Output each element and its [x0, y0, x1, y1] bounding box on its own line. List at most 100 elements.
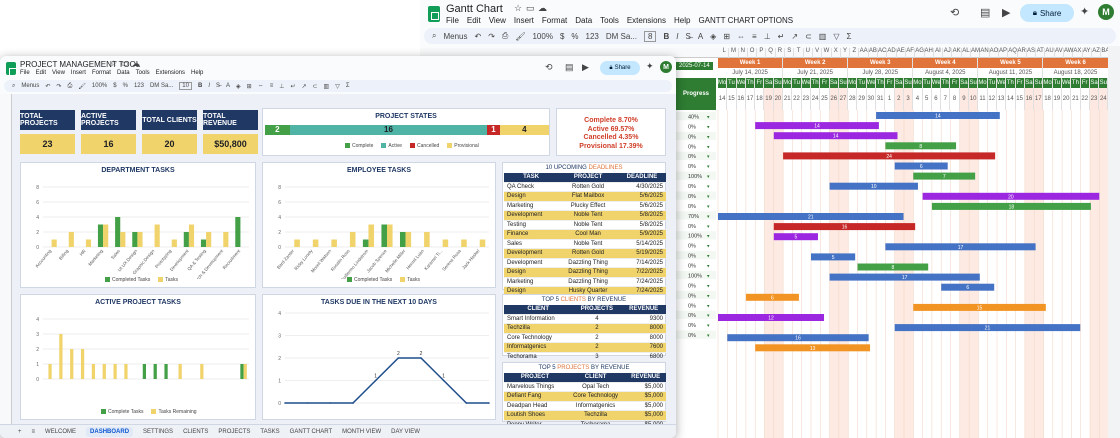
column-letter[interactable]: U: [804, 48, 813, 58]
link-icon[interactable]: ⊂: [805, 32, 812, 41]
comment-icon[interactable]: ▤: [980, 6, 990, 19]
progress-cell[interactable]: [676, 181, 716, 190]
percent-button[interactable]: %: [571, 32, 578, 41]
chart-bar[interactable]: [103, 224, 109, 248]
redo-icon[interactable]: ↷: [488, 32, 495, 41]
star-icon[interactable]: ☆: [110, 59, 117, 68]
sheets-logo-icon[interactable]: [428, 6, 440, 22]
filter-icon[interactable]: ▽: [833, 32, 839, 41]
progress-cell[interactable]: [676, 221, 716, 230]
menu-item[interactable]: Extensions: [627, 16, 666, 25]
chart-bar[interactable]: [51, 239, 57, 248]
chart-bar[interactable]: [48, 364, 52, 379]
chart-bar[interactable]: [387, 224, 393, 248]
search-menus-icon[interactable]: ⌕: [12, 83, 15, 90]
column-letter[interactable]: AP: [999, 48, 1009, 58]
progress-cell[interactable]: [676, 241, 716, 250]
menu-item[interactable]: View: [489, 16, 506, 25]
bold-button[interactable]: B: [198, 83, 202, 89]
chart-bar[interactable]: [137, 232, 143, 247]
strikethrough-button[interactable]: S̶: [685, 32, 690, 41]
progress-cell[interactable]: [676, 310, 716, 319]
menu-item[interactable]: Insert: [71, 70, 86, 76]
line-point[interactable]: [352, 402, 354, 404]
chart-bar[interactable]: [405, 232, 412, 247]
move-folder-icon[interactable]: ▭: [526, 3, 535, 14]
functions-icon[interactable]: Σ: [346, 83, 350, 89]
column-letter[interactable]: AM: [971, 48, 981, 58]
progress-cell[interactable]: [676, 330, 716, 339]
table-row[interactable]: Development Rotten Gold 5/19/2025: [504, 248, 666, 259]
zoom-select[interactable]: 100%: [92, 83, 107, 89]
add-sheet-icon[interactable]: +: [18, 429, 22, 435]
column-letter[interactable]: AQ: [1008, 48, 1018, 58]
column-letter[interactable]: O: [748, 48, 758, 58]
gemini-icon[interactable]: ✦: [1080, 5, 1089, 18]
chart-bar[interactable]: [113, 364, 117, 379]
text-color-icon[interactable]: A: [698, 32, 703, 41]
rotate-icon[interactable]: ↗: [791, 32, 798, 41]
menu-item[interactable]: Tools: [136, 70, 150, 76]
menu-item[interactable]: Tools: [600, 16, 619, 25]
align-icon[interactable]: ≡: [752, 32, 757, 41]
share-button[interactable]: 🔒︎ Share: [1020, 4, 1074, 22]
column-letter[interactable]: AB: [869, 48, 879, 58]
menu-item[interactable]: Format: [92, 70, 111, 76]
chart-bar[interactable]: [235, 217, 241, 247]
sheet-tab[interactable]: TASKS: [260, 429, 279, 435]
print-icon[interactable]: ⎙: [67, 83, 72, 90]
currency-button[interactable]: $: [113, 83, 116, 89]
table-row[interactable]: Techzilla 2 8000: [504, 323, 666, 334]
currency-button[interactable]: $: [560, 32, 564, 41]
table-row[interactable]: Core Technology 2 8000: [504, 333, 666, 343]
menu-item[interactable]: Help: [674, 16, 690, 25]
chart-bar[interactable]: [349, 232, 356, 247]
chart-bar[interactable]: [164, 364, 168, 379]
chart-bar[interactable]: [115, 217, 121, 247]
paint-format-icon[interactable]: 🖌︎: [78, 83, 86, 90]
line-point[interactable]: [442, 379, 445, 382]
meet-icon[interactable]: ▶: [582, 62, 589, 73]
menu-item[interactable]: Help: [191, 70, 203, 76]
print-icon[interactable]: ⎙: [502, 31, 508, 41]
avatar[interactable]: M: [1098, 4, 1114, 20]
link-icon[interactable]: ⊂: [313, 83, 318, 90]
progress-cell[interactable]: [676, 131, 716, 141]
column-letter[interactable]: AY: [1083, 48, 1092, 58]
column-letter[interactable]: P: [757, 48, 767, 58]
column-letter[interactable]: AX: [1073, 48, 1083, 58]
column-letter[interactable]: AZ: [1092, 48, 1102, 58]
table-row[interactable]: Marketing Dazzling Thing 7/24/2025: [504, 277, 666, 287]
progress-cell[interactable]: [676, 251, 716, 260]
fill-color-icon[interactable]: ◈: [710, 32, 716, 41]
menus-search[interactable]: Menus: [443, 32, 467, 41]
vertical-scrollbar[interactable]: [1108, 46, 1120, 438]
column-letter[interactable]: Z: [850, 48, 860, 58]
sheets-logo-icon[interactable]: [6, 62, 17, 76]
table-row[interactable]: QA Check Rotten Gold 4/30/2025: [504, 182, 666, 192]
table-row[interactable]: Development Noble Tent 5/8/2025: [504, 210, 666, 221]
history-icon[interactable]: ⟲: [950, 6, 959, 19]
chart-bar[interactable]: [120, 232, 126, 247]
column-letter[interactable]: AO: [990, 48, 999, 58]
menu-item[interactable]: Edit: [467, 16, 481, 25]
chart-icon[interactable]: ▥: [324, 83, 330, 90]
font-select[interactable]: DM Sa...: [606, 32, 637, 41]
column-letter[interactable]: T: [794, 48, 804, 58]
chart-bar[interactable]: [399, 232, 406, 247]
all-sheets-icon[interactable]: ≡: [32, 429, 36, 435]
column-letter[interactable]: AE: [897, 48, 906, 58]
chart-bar[interactable]: [102, 364, 106, 379]
column-letter[interactable]: AV: [1055, 48, 1064, 58]
line-point[interactable]: [488, 402, 490, 404]
meet-icon[interactable]: ▶: [1002, 6, 1010, 19]
font-size-field[interactable]: 8: [644, 30, 657, 42]
rotate-icon[interactable]: ↗: [301, 83, 306, 90]
column-letter[interactable]: X: [832, 48, 841, 58]
column-letter[interactable]: V: [813, 48, 823, 58]
menu-item[interactable]: Extensions: [156, 70, 185, 76]
chart-bar[interactable]: [142, 364, 146, 379]
chart-bar[interactable]: [85, 239, 92, 248]
chart-bar[interactable]: [243, 364, 247, 379]
table-row[interactable]: Testing Noble Tent 5/8/2025: [504, 220, 666, 230]
